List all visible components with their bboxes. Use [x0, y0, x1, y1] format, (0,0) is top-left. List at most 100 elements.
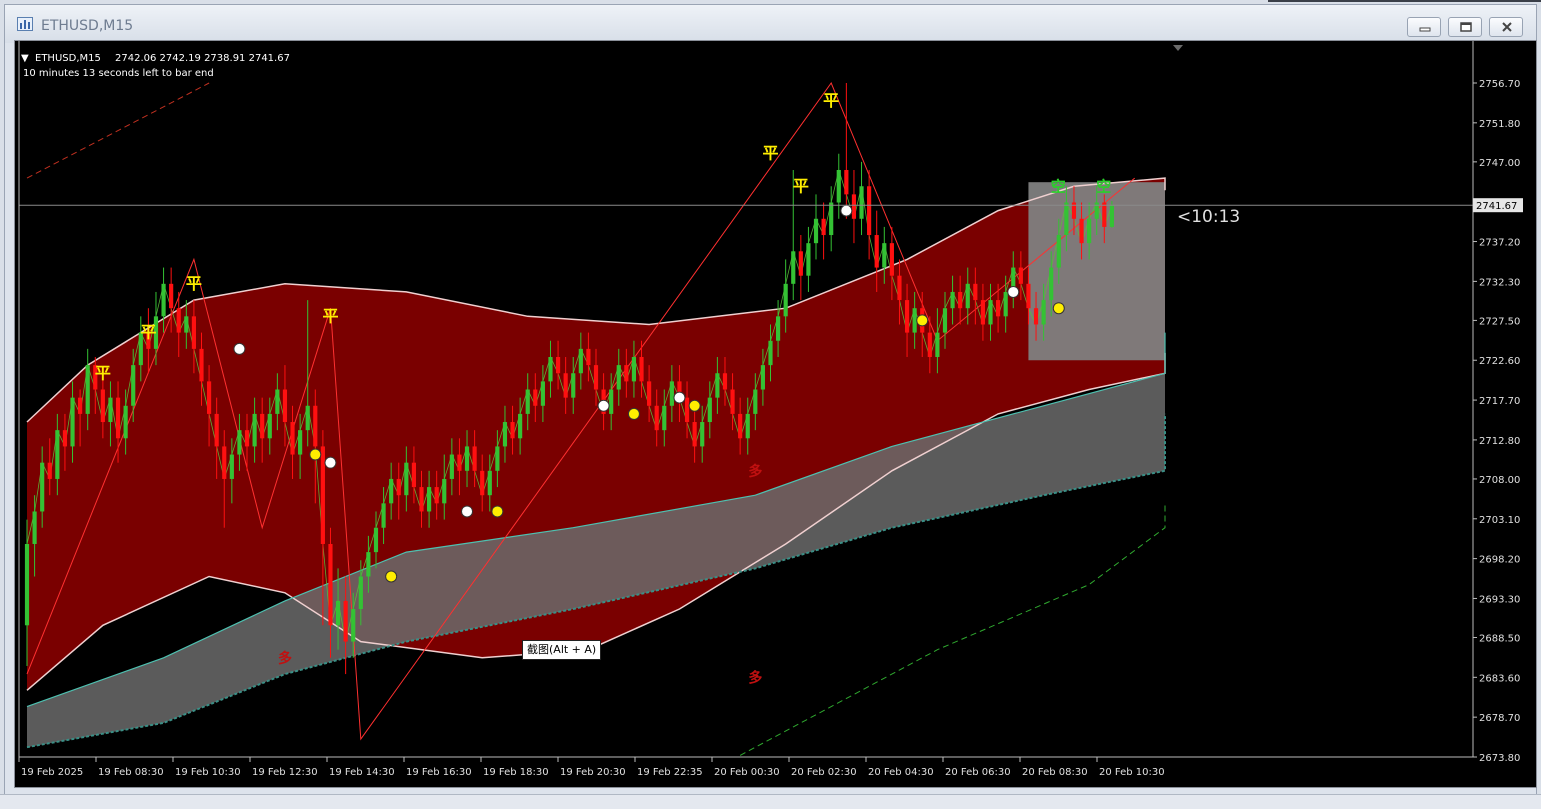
candle-body: [798, 251, 803, 276]
candle-body: [753, 389, 758, 414]
y-tick-label: 2683.60: [1479, 673, 1520, 684]
candle-body: [639, 356, 644, 382]
candle-body: [988, 300, 993, 325]
bar-countdown-text: 10 minutes 13 seconds left to bar end: [23, 68, 214, 79]
candle-body: [1056, 235, 1061, 268]
candle-body: [222, 446, 227, 479]
candle-body: [760, 365, 765, 390]
y-tick-label: 2673.80: [1479, 753, 1520, 764]
candle-body: [442, 478, 447, 504]
x-tick-label: 19 Feb 08:30: [98, 767, 164, 778]
candle-body: [882, 243, 887, 268]
candle-body: [115, 397, 121, 439]
x-tick-label: 19 Feb 12:30: [252, 767, 318, 778]
shift-marker-icon: [1173, 45, 1183, 51]
yellow-signal-dot: [916, 314, 929, 327]
candle-body: [593, 365, 599, 390]
candle-body: [1049, 267, 1054, 301]
y-tick-label: 2688.50: [1479, 633, 1520, 644]
white-signal-dot: [673, 391, 686, 404]
candle-body: [78, 397, 83, 414]
candle-body: [586, 348, 591, 366]
candle-body: [472, 446, 477, 471]
candle-body: [927, 332, 932, 357]
x-tick-label: 20 Feb 08:30: [1022, 767, 1088, 778]
minimize-button[interactable]: [1407, 17, 1441, 37]
white-signal-dot: [1007, 285, 1020, 298]
candle-body: [692, 422, 697, 447]
candle-body: [260, 413, 265, 439]
exit-signal-label: 平: [793, 176, 809, 195]
candle-body: [373, 527, 379, 553]
y-tick-label: 2727.50: [1479, 316, 1520, 327]
x-tick-label: 20 Feb 02:30: [791, 767, 857, 778]
candle-body: [298, 430, 303, 455]
candle-body: [411, 462, 417, 488]
current-price-value: 2741.67: [1476, 201, 1517, 212]
exit-signal-label: 平: [322, 306, 338, 325]
candle-body: [942, 308, 948, 333]
y-tick-label: 2678.70: [1479, 713, 1520, 724]
top-dark-strip: [1268, 0, 1541, 2]
candle-body: [1109, 205, 1114, 227]
white-signal-dot: [461, 505, 474, 518]
candle-body: [1041, 300, 1046, 325]
candle-body: [700, 422, 705, 447]
close-icon: [1502, 22, 1512, 32]
candle-body: [609, 389, 614, 414]
y-tick-label: 2737.20: [1479, 238, 1520, 249]
status-strip: [0, 794, 1541, 809]
yellow-signal-dot: [688, 399, 701, 412]
header-arrow-icon[interactable]: ▼: [21, 53, 29, 64]
white-signal-dot: [324, 456, 337, 469]
candle-body: [55, 430, 60, 479]
candle-body: [631, 356, 637, 382]
white-signal-dot: [840, 204, 853, 217]
candle-body: [404, 462, 409, 496]
price-chart[interactable]: 平平平平平平平多多多空空 2756.702751.802747.002742.1…: [15, 41, 1536, 787]
candle-body: [836, 169, 841, 203]
candle-body: [1003, 291, 1008, 317]
candle-body: [389, 478, 394, 504]
candle-body: [783, 283, 788, 317]
candle-body: [290, 422, 295, 455]
candle-body: [859, 186, 864, 219]
chart-window-icon: [17, 17, 33, 31]
red-dashed-line: [26, 82, 210, 179]
candle-body: [184, 316, 189, 333]
candle-body: [775, 316, 781, 341]
short-signal-label: 空: [1096, 177, 1111, 195]
candle-body: [328, 543, 333, 626]
x-tick-label: 19 Feb 22:35: [637, 767, 703, 778]
exit-signal-label: 平: [140, 323, 156, 342]
candle-body: [335, 600, 341, 626]
window-title: ETHUSD,M15: [41, 18, 134, 34]
candle-body: [669, 381, 674, 406]
candle-body: [161, 283, 166, 317]
exit-signal-label: 平: [95, 363, 111, 382]
y-tick-label: 2756.70: [1479, 79, 1520, 90]
candle-body: [965, 283, 970, 309]
candle-body: [449, 454, 454, 479]
candle-body: [457, 454, 462, 471]
candle-body: [707, 397, 712, 423]
header-ohlc: 2742.06 2742.19 2738.91 2741.67: [115, 53, 290, 64]
candle-body: [813, 218, 819, 244]
restore-button[interactable]: [1448, 17, 1482, 37]
candle-body: [518, 413, 523, 439]
candle-body: [791, 251, 796, 284]
exit-signal-label: 平: [186, 274, 202, 293]
title-bar[interactable]: ETHUSD,M15: [5, 5, 1536, 43]
y-tick-label: 2717.70: [1479, 396, 1520, 407]
bar-timer-label: <10:13: [1177, 207, 1240, 227]
y-tick-label: 2698.20: [1479, 555, 1520, 566]
candle-body: [851, 194, 857, 219]
candle-body: [578, 348, 583, 374]
x-tick-label: 20 Feb 04:30: [868, 767, 934, 778]
exit-signal-label: 平: [823, 91, 839, 110]
close-button[interactable]: [1489, 17, 1523, 37]
chart-canvas[interactable]: 平平平平平平平多多多空空 2756.702751.802747.002742.1…: [14, 40, 1537, 788]
candle-body: [252, 413, 257, 447]
candle-body: [358, 576, 363, 610]
candle-body: [510, 422, 515, 439]
